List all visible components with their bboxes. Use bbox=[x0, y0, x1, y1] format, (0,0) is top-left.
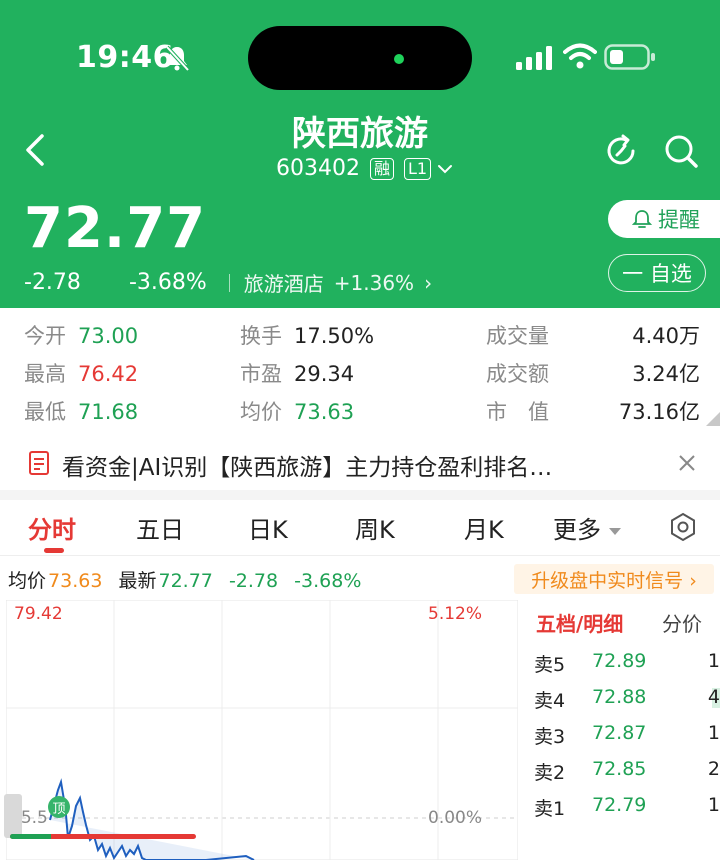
stat-avg: 均价 73.63 bbox=[240, 400, 355, 424]
chart-max-pct: 5.12% bbox=[428, 604, 483, 624]
sector-arrow: › bbox=[424, 270, 433, 295]
tab-more[interactable]: 更多 bbox=[553, 510, 621, 545]
wifi-icon bbox=[563, 43, 597, 69]
order-book: 五档/明细 分价 卖5 72.89 1 卖4 72.88 4 卖3 72.87 … bbox=[524, 600, 720, 860]
current-price: 72.77 bbox=[24, 196, 207, 261]
remind-button[interactable]: 提醒 bbox=[608, 200, 720, 238]
ask-row: 卖5 72.89 1 bbox=[534, 650, 720, 676]
news-text: 看资金|AI识别【陕西旅游】主力持仓盈利排名… bbox=[62, 455, 553, 481]
stock-header: 19:46 陕西旅游 603402 融 L1 72.77 -2.78 -3.68… bbox=[0, 0, 720, 308]
battery-icon bbox=[604, 44, 655, 70]
remind-label: 提醒 bbox=[658, 208, 700, 232]
last-price: 72.77 bbox=[158, 570, 213, 592]
cellular-signal-icon bbox=[516, 46, 552, 70]
sector-change-pct: +1.36% bbox=[333, 270, 415, 295]
change-row: -2.78 -3.68% 旅游酒店 +1.36% › bbox=[24, 268, 432, 297]
section-divider bbox=[0, 490, 720, 500]
search-icon[interactable] bbox=[662, 132, 700, 170]
caret-down-icon bbox=[609, 527, 621, 535]
alarm-icon bbox=[632, 210, 652, 228]
avg-price: 73.63 bbox=[48, 570, 103, 592]
stat-turnover: 换手 17.50% bbox=[240, 324, 375, 348]
margin-tag: 融 bbox=[369, 157, 394, 180]
tab-intraday[interactable]: 分时 bbox=[28, 510, 76, 545]
stat-mcap-label: 市 值 bbox=[486, 400, 549, 424]
separator bbox=[228, 273, 230, 292]
status-time: 19:46 bbox=[76, 40, 174, 75]
news-banner[interactable]: 看资金|AI识别【陕西旅游】主力持仓盈利排名… bbox=[0, 436, 720, 490]
chart-drag-handle[interactable] bbox=[4, 794, 22, 838]
upgrade-signal-button[interactable]: 升级盘中实时信号 › bbox=[514, 564, 714, 594]
stats-grid: 今开 73.00 最高 76.42 最低 71.68 换手 17.50% 市盈 29.34… bbox=[0, 308, 720, 436]
tab-five-day[interactable]: 五日 bbox=[136, 510, 184, 545]
stock-code-row[interactable]: 603402 融 L1 bbox=[276, 156, 453, 181]
tab-order-book[interactable]: 五档/明细 bbox=[536, 608, 623, 637]
tab-daily-k[interactable]: 日K bbox=[248, 510, 288, 545]
expand-corner[interactable] bbox=[706, 412, 720, 426]
ask-row: 卖3 72.87 1 bbox=[534, 722, 720, 748]
tab-underline bbox=[44, 548, 64, 553]
sector-link[interactable]: 旅游酒店 bbox=[244, 268, 324, 297]
chart-max-price: 79.42 bbox=[14, 604, 63, 624]
quote-line: 均价 73.63 最新 72.77 -2.78 -3.68% bbox=[8, 570, 362, 592]
tab-price-distribution[interactable]: 分价 bbox=[662, 608, 702, 637]
stat-amount-value: 3.24亿 bbox=[632, 362, 700, 386]
price-change: -2.78 bbox=[24, 270, 81, 295]
stat-mcap-value: 73.16亿 bbox=[618, 400, 700, 424]
tab-monthly-k[interactable]: 月K bbox=[464, 510, 504, 545]
bell-muted-icon bbox=[165, 45, 190, 72]
buy-sell-ratio-bar bbox=[10, 834, 196, 839]
stock-code: 603402 bbox=[276, 156, 360, 181]
stat-low: 最低 71.68 bbox=[24, 400, 139, 424]
chevron-down-icon bbox=[438, 164, 453, 173]
buy-ratio-fill bbox=[10, 834, 51, 839]
price-change-pct: -3.68% bbox=[128, 270, 207, 295]
document-icon bbox=[29, 451, 49, 475]
watchlist-button[interactable]: 一 自选 bbox=[608, 254, 706, 292]
peak-badge: 顶 bbox=[48, 796, 70, 818]
camera-indicator bbox=[394, 54, 404, 64]
stat-volume-label: 成交量 bbox=[486, 324, 549, 348]
quote-change: -2.78 bbox=[228, 570, 279, 592]
tab-weekly-k[interactable]: 周K bbox=[355, 510, 395, 545]
stat-pe: 市盈 29.34 bbox=[240, 362, 355, 386]
chart-ref-pct: 0.00% bbox=[428, 808, 483, 828]
stat-open: 今开 73.00 bbox=[24, 324, 139, 348]
refresh-icon[interactable] bbox=[602, 132, 640, 170]
stat-high: 最高 76.42 bbox=[24, 362, 139, 386]
ask-row: 卖1 72.79 1 bbox=[534, 794, 720, 820]
stat-amount-label: 成交额 bbox=[486, 362, 549, 386]
hexagon-settings-icon[interactable] bbox=[668, 512, 698, 542]
dynamic-island bbox=[248, 26, 472, 90]
quote-change-pct: -3.68% bbox=[294, 570, 362, 592]
ask-row: 卖2 72.85 2 bbox=[534, 758, 720, 784]
level-tag: L1 bbox=[404, 157, 432, 180]
stat-volume-value: 4.40万 bbox=[632, 324, 700, 348]
chart-tabs: 分时 五日 日K 周K 月K 更多 bbox=[0, 500, 720, 556]
ask-row: 卖4 72.88 4 bbox=[534, 686, 720, 712]
close-icon[interactable] bbox=[674, 450, 700, 476]
